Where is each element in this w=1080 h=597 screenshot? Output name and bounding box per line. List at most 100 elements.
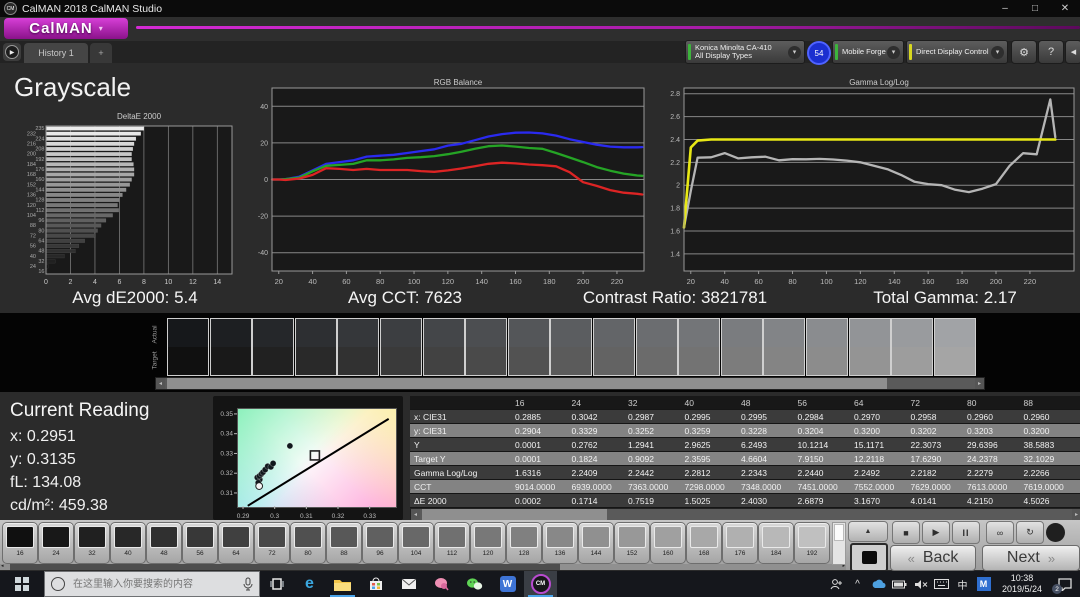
- table-cell: 0.7519: [628, 496, 685, 506]
- table-scrollbar-thumb[interactable]: [422, 509, 607, 520]
- strip-scrollbar-thumb[interactable]: [167, 378, 887, 389]
- pattern-button-64[interactable]: 64: [218, 522, 254, 564]
- pattern-strip-scrollbar[interactable]: ◂ ▸: [0, 564, 846, 570]
- scroll-left-icon[interactable]: ◂: [156, 378, 165, 389]
- svg-text:Gamma Log/Log: Gamma Log/Log: [849, 78, 909, 87]
- continuous-read-button[interactable]: ∞: [986, 521, 1014, 544]
- maximize-button[interactable]: □: [1020, 0, 1050, 17]
- clock-date: 2019/5/24: [994, 584, 1050, 595]
- target-swatch: [807, 347, 847, 375]
- search-input[interactable]: [71, 578, 243, 591]
- task-view-button[interactable]: [260, 571, 293, 597]
- pattern-button-40[interactable]: 40: [110, 522, 146, 564]
- keyboard-icon: [934, 579, 949, 589]
- help-button[interactable]: ?: [1038, 40, 1064, 64]
- pattern-scrollbar-thumb[interactable]: [10, 564, 560, 570]
- table-cell: 0.2960: [967, 412, 1024, 422]
- scroll-right-icon[interactable]: ▸: [1072, 509, 1080, 520]
- pattern-button-192[interactable]: 192: [794, 522, 830, 564]
- pattern-button-136[interactable]: 136: [542, 522, 578, 564]
- pattern-swatch: [510, 526, 538, 548]
- pattern-button-16[interactable]: 16: [2, 522, 38, 564]
- pattern-button-168[interactable]: 168: [686, 522, 722, 564]
- svg-text:80: 80: [376, 277, 384, 286]
- ms-store-button[interactable]: [359, 571, 392, 597]
- collapse-panel-button[interactable]: ◀: [1065, 40, 1080, 64]
- pattern-button-112[interactable]: 112: [434, 522, 470, 564]
- pattern-swatch: [726, 526, 754, 548]
- table-scrollbar-track[interactable]: [420, 509, 1072, 520]
- pattern-button-72[interactable]: 72: [254, 522, 290, 564]
- touch-keyboard-button[interactable]: [931, 571, 952, 597]
- svg-text:120: 120: [27, 203, 36, 209]
- display-control-dropdown[interactable]: Direct Display Control ▾: [906, 40, 1008, 64]
- scroll-left-icon[interactable]: ◂: [1, 563, 4, 569]
- wps-office-button[interactable]: W: [491, 571, 524, 597]
- volume-muted-button[interactable]: [910, 571, 931, 597]
- back-button[interactable]: « Back: [890, 545, 976, 571]
- pattern-button-160[interactable]: 160: [650, 522, 686, 564]
- edge-browser-button[interactable]: e: [293, 571, 326, 597]
- scroll-right-icon[interactable]: ▸: [975, 378, 984, 389]
- close-button[interactable]: ✕: [1050, 0, 1080, 17]
- stop-button[interactable]: ■: [892, 521, 920, 544]
- table-row-label: Target Y: [410, 454, 515, 464]
- wechat-button[interactable]: [458, 571, 491, 597]
- pattern-vscrollbar-thumb[interactable]: [834, 524, 844, 541]
- table-cell: 0.0001: [515, 440, 572, 450]
- pattern-vertical-scrollbar[interactable]: [832, 522, 846, 565]
- people-button[interactable]: [826, 571, 847, 597]
- taskbar-clock[interactable]: 10:38 2019/5/24: [994, 573, 1050, 595]
- strip-scrollbar[interactable]: ◂ ▸: [155, 377, 985, 390]
- pattern-source-dropdown[interactable]: Mobile Forge ▾: [832, 40, 904, 64]
- microphone-icon[interactable]: [243, 577, 253, 591]
- meter-dropdown[interactable]: Konica Minolta CA-410 All Display Types …: [685, 40, 805, 64]
- tab-history-1[interactable]: History 1: [24, 43, 88, 63]
- pattern-window-button[interactable]: [850, 543, 888, 572]
- pattern-button-176[interactable]: 176: [722, 522, 758, 564]
- pattern-level-label: 152: [615, 550, 649, 557]
- next-button[interactable]: Next »: [982, 545, 1080, 571]
- calman-logo-menu[interactable]: CalMAN ▾: [4, 18, 128, 39]
- refresh-button[interactable]: ↻: [1016, 521, 1044, 544]
- pattern-button-152[interactable]: 152: [614, 522, 650, 564]
- pattern-button-80[interactable]: 80: [290, 522, 326, 564]
- pattern-button-24[interactable]: 24: [38, 522, 74, 564]
- ime-mode-button[interactable]: M: [973, 571, 994, 597]
- onedrive-button[interactable]: [868, 571, 889, 597]
- svg-text:220: 220: [1024, 277, 1037, 286]
- mail-button[interactable]: [392, 571, 425, 597]
- history-menu-button[interactable]: ▶: [3, 43, 21, 61]
- pattern-button-32[interactable]: 32: [74, 522, 110, 564]
- pattern-button-96[interactable]: 96: [362, 522, 398, 564]
- pause-button[interactable]: II: [952, 521, 980, 544]
- table-row: Target Y0.00010.18240.90922.35954.66047.…: [410, 452, 1080, 466]
- pattern-button-128[interactable]: 128: [506, 522, 542, 564]
- pattern-button-48[interactable]: 48: [146, 522, 182, 564]
- battery-button[interactable]: [889, 571, 910, 597]
- calman-taskbar-button[interactable]: CM: [524, 571, 557, 597]
- add-tab-button[interactable]: +: [90, 43, 112, 63]
- pattern-button-56[interactable]: 56: [182, 522, 218, 564]
- pink-app-button[interactable]: [425, 571, 458, 597]
- pattern-button-184[interactable]: 184: [758, 522, 794, 564]
- scroll-left-icon[interactable]: ◂: [411, 509, 420, 520]
- minimize-button[interactable]: –: [990, 0, 1020, 17]
- action-center-button[interactable]: 2: [1050, 571, 1080, 597]
- pattern-row-up-button[interactable]: ▲: [848, 521, 888, 542]
- pattern-button-144[interactable]: 144: [578, 522, 614, 564]
- target-swatch: [168, 347, 208, 375]
- pattern-button-88[interactable]: 88: [326, 522, 362, 564]
- file-explorer-button[interactable]: [326, 571, 359, 597]
- play-button[interactable]: ▶: [922, 521, 950, 544]
- grayscale-swatch-120: [721, 318, 763, 376]
- settings-button[interactable]: ⚙: [1011, 40, 1037, 64]
- strip-scrollbar-track[interactable]: [165, 378, 975, 389]
- input-method-button[interactable]: 中: [952, 571, 973, 597]
- pattern-button-104[interactable]: 104: [398, 522, 434, 564]
- table-cell: 6.2493: [741, 440, 798, 450]
- taskbar-search-box[interactable]: [44, 571, 260, 597]
- start-button[interactable]: [0, 571, 44, 597]
- pattern-button-120[interactable]: 120: [470, 522, 506, 564]
- tray-expand-button[interactable]: ^: [847, 571, 868, 597]
